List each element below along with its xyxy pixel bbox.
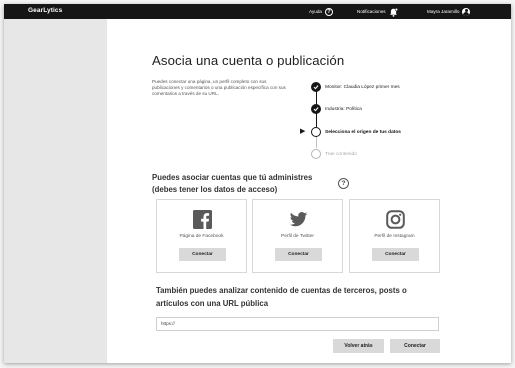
step-connector (315, 113, 317, 127)
step-label: Monitor: Claudia López primer mes (325, 84, 400, 90)
facebook-card: Página de Facebook Conectar (156, 199, 247, 273)
twitter-icon (289, 210, 308, 229)
step-connector (315, 136, 317, 148)
instagram-icon (386, 210, 405, 229)
connect-facebook-button[interactable]: Conectar (179, 248, 226, 261)
intro-text: Puedes conectar una página, un perfil co… (152, 79, 286, 97)
help-menu[interactable]: Ayuda ? (309, 6, 333, 17)
help-label: Ayuda (309, 9, 322, 14)
help-icon: ? (324, 7, 333, 16)
url-input[interactable]: https:// (156, 317, 439, 331)
info-icon[interactable]: ? (338, 178, 349, 189)
step-label: Trae contenido (325, 151, 357, 157)
card-label: Perfil de Twitter (281, 234, 314, 239)
connect-instagram-button[interactable]: Conectar (372, 248, 419, 261)
twitter-card: Perfil de Twitter Conectar (252, 199, 343, 273)
app-window: GearLytics Ayuda ? Notificaciones Mayra … (4, 4, 511, 363)
pending-step-icon (311, 149, 321, 159)
check-icon (311, 82, 321, 92)
check-icon (311, 104, 321, 114)
back-button[interactable]: Volver atrás (333, 339, 384, 353)
card-label: Página de Facebook (179, 234, 224, 239)
avatar (462, 7, 471, 16)
progress-stepper: Monitor: Claudia López primer mes Indust… (300, 82, 460, 162)
sidebar (4, 19, 107, 363)
user-menu[interactable]: Mayra Jaramillo (427, 6, 471, 17)
bell-icon (389, 7, 398, 17)
notifications-menu[interactable]: Notificaciones (357, 6, 398, 17)
brand-logo[interactable]: GearLytics (28, 7, 62, 14)
page-title: Asocia una cuenta o publicación (152, 53, 345, 68)
step-label: Selecciona el origen de tus datos (325, 129, 401, 135)
connect-twitter-button[interactable]: Conectar (275, 248, 322, 261)
current-step-icon (311, 127, 321, 137)
card-label: Perfil de Instagram (374, 234, 415, 239)
connect-button[interactable]: Conectar (390, 339, 440, 353)
notifications-label: Notificaciones (357, 9, 386, 14)
accounts-section-title: Puedes asociar cuentas que tú administre… (152, 173, 313, 194)
current-step-arrow-icon: ▶ (300, 128, 306, 135)
step-label: Industria: Política (325, 106, 362, 112)
user-name: Mayra Jaramillo (427, 9, 460, 14)
instagram-card: Perfil de Instagram Conectar (349, 199, 440, 273)
top-navbar: GearLytics Ayuda ? Notificaciones Mayra … (4, 4, 511, 19)
facebook-icon (193, 210, 212, 229)
third-party-section-title: También puedes analizar contenido de cue… (156, 286, 407, 308)
